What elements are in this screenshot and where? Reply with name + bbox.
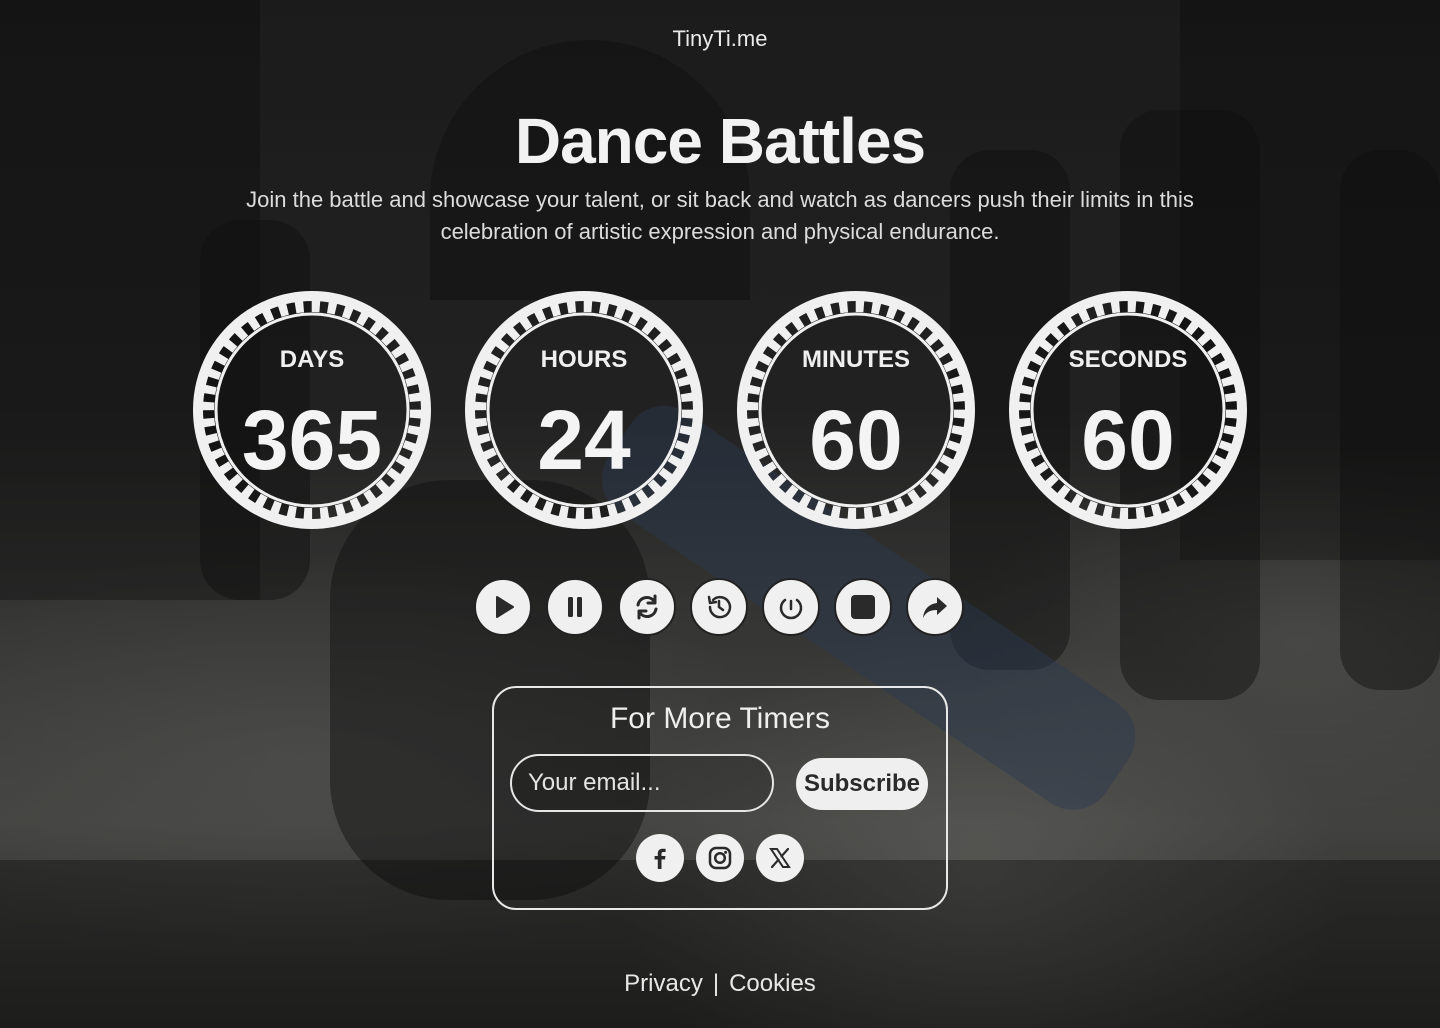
subscribe-panel: For More Timers Subscribe (492, 686, 948, 910)
instagram-link[interactable] (696, 834, 744, 882)
facebook-icon (654, 848, 666, 869)
restart-icon (779, 598, 803, 620)
subscribe-heading: For More Timers (609, 702, 831, 735)
countdown-unit-label: DAYS (279, 346, 345, 373)
countdown-value: 24 (537, 393, 631, 487)
event-title: Dance Battles (514, 105, 926, 177)
pause-icon (568, 597, 582, 617)
countdown-hours: HOURS 24 (464, 290, 704, 530)
countdown-days: DAYS 365 (192, 290, 432, 530)
share-icon (923, 597, 947, 618)
countdown-unit-label: HOURS (540, 346, 628, 373)
email-field[interactable] (510, 754, 774, 812)
privacy-link[interactable]: Privacy (624, 970, 703, 997)
countdown-value: 60 (809, 393, 903, 487)
play-icon (496, 596, 514, 618)
facebook-link[interactable] (636, 834, 684, 882)
countdown-seconds: SECONDS 60 (1008, 290, 1248, 530)
countdown-value: 365 (241, 393, 383, 487)
event-description: Join the battle and showcase your talent… (246, 187, 1194, 244)
subscribe-button[interactable]: Subscribe (796, 758, 928, 810)
play-button[interactable] (474, 578, 532, 636)
countdown-unit-label: SECONDS (1068, 346, 1188, 373)
brand-logo[interactable]: TinyTi.me (0, 26, 1440, 52)
x-icon (769, 847, 791, 869)
pause-button[interactable] (546, 578, 604, 636)
stop-icon (851, 595, 875, 619)
countdown: DAYS 365 HOURS 24 MINUTES 60 SECONDS 60 (0, 290, 1440, 530)
history-icon (707, 595, 732, 619)
footer-separator: | (712, 970, 720, 997)
countdown-minutes: MINUTES 60 (736, 290, 976, 530)
countdown-unit-label: MINUTES (802, 346, 910, 373)
restart-button[interactable] (762, 578, 820, 636)
x-link[interactable] (756, 834, 804, 882)
stop-button[interactable] (834, 578, 892, 636)
countdown-value: 60 (1081, 393, 1175, 487)
cookies-link[interactable]: Cookies (729, 970, 816, 997)
refresh-icon (636, 594, 658, 620)
footer: Privacy | Cookies (0, 970, 1440, 998)
reset-button[interactable] (618, 578, 676, 636)
timer-controls (474, 578, 966, 638)
share-button[interactable] (906, 578, 964, 636)
instagram-icon (708, 846, 732, 870)
history-button[interactable] (690, 578, 748, 636)
